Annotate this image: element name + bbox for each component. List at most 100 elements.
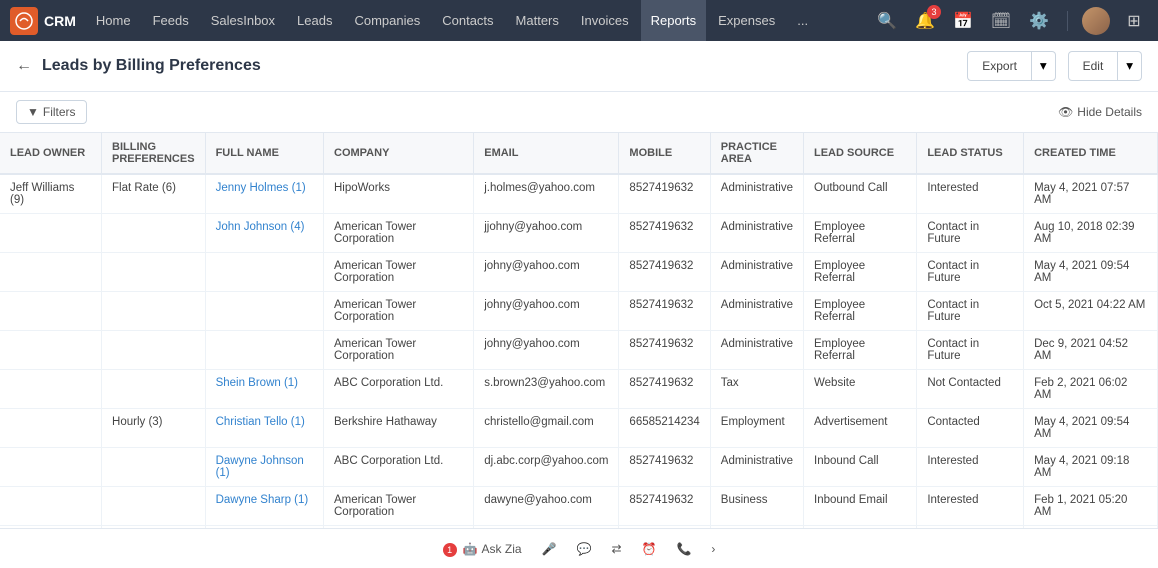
phone-button[interactable]: 📞 [676,542,691,556]
table-cell: Administrative [710,331,803,370]
zia-icon: 🤖 [463,542,478,556]
page-header-left: ← Leads by Billing Preferences [16,57,261,75]
table-cell [0,370,102,409]
table-cell: Outbound Call [804,174,917,214]
clock-icon: ⏰ [642,542,657,556]
table-cell: May 4, 2021 09:18 AM [1024,448,1158,487]
table-scroll-area[interactable]: LEAD OWNER BILLINGPREFERENCES FULL NAME … [0,133,1158,528]
export-dropdown-button[interactable]: ▾ [1032,51,1056,81]
full-name-link[interactable]: Dawyne Sharp (1) [216,494,309,506]
ask-zia-button[interactable]: 🤖 Ask Zia [463,542,522,556]
table-row: American Tower Corporationjohny@yahoo.co… [0,292,1158,331]
full-name-link[interactable]: John Johnson (4) [216,221,305,233]
logo[interactable]: CRM [10,7,76,35]
table-cell [102,331,206,370]
table-cell: ABC Corporation Ltd. [324,448,474,487]
nav-more[interactable]: ... [787,0,818,41]
export-button[interactable]: Export [967,51,1032,81]
table-cell [205,253,323,292]
table-row: American Tower Corporationjohny@yahoo.co… [0,253,1158,292]
table-cell: 8527419632 [619,292,710,331]
microphone-button[interactable]: 🎤 [542,542,557,556]
table-cell: Not Contacted [917,370,1024,409]
table-cell [0,253,102,292]
notification-icon-btn[interactable]: 🔔 3 [911,7,939,35]
search-icon-btn[interactable]: 🔍 [873,7,901,35]
table-cell: Oct 5, 2021 04:22 AM [1024,292,1158,331]
table-cell [102,370,206,409]
table-cell: 66585214234 [619,409,710,448]
edit-dropdown-button[interactable]: ▾ [1118,51,1142,81]
table-cell [205,331,323,370]
table-cell: dawyne@yahoo.com [474,487,619,526]
chevron-right-button[interactable]: › [711,542,715,556]
hide-details-button[interactable]: 👁 Hide Details [1058,105,1142,119]
full-name-link[interactable]: Jenny Holmes (1) [216,182,306,194]
table-cell: May 4, 2021 07:57 AM [1024,174,1158,214]
table-cell: Contact in Future [917,214,1024,253]
table-cell: j.holmes@yahoo.com [474,174,619,214]
table-cell: 8527419632 [619,370,710,409]
chat-button[interactable]: 💬 [577,542,592,556]
table-cell: Aug 10, 2018 02:39 AM [1024,214,1158,253]
full-name-link[interactable]: Christian Tello (1) [216,416,305,428]
avatar[interactable] [1082,7,1110,35]
nav-matters[interactable]: Matters [506,0,569,41]
table-cell: 8527419632 [619,448,710,487]
back-button[interactable]: ← [16,57,32,75]
table-cell: Jeff Williams (9) [0,174,102,214]
nav-companies[interactable]: Companies [344,0,430,41]
table-cell: Employee Referral [804,253,917,292]
table-row: Dawyne Sharp (1)American Tower Corporati… [0,487,1158,526]
settings-icon-btn[interactable]: ⚙️ [1025,7,1053,35]
table-cell: 8527419632 [619,214,710,253]
table-cell: Shein Brown (1) [205,370,323,409]
table-cell: Website [804,370,917,409]
nav-icons: 🔍 🔔 3 📅 🗓 ⚙️ ⊞ [873,7,1148,35]
table-cell [102,448,206,487]
edit-button[interactable]: Edit [1068,51,1119,81]
edit-button-group: Edit ▾ [1068,51,1142,81]
table-container: LEAD OWNER BILLINGPREFERENCES FULL NAME … [0,133,1158,528]
nav-invoices[interactable]: Invoices [571,0,639,41]
table-cell: Employment [710,409,803,448]
nav-expenses[interactable]: Expenses [708,0,785,41]
grid-icon-btn[interactable]: ⊞ [1120,7,1148,35]
table-cell: 8527419632 [619,253,710,292]
full-name-link[interactable]: Shein Brown (1) [216,377,298,389]
table-cell: Administrative [710,214,803,253]
table-cell [102,214,206,253]
nav-leads[interactable]: Leads [287,0,342,41]
table-cell: Administrative [710,448,803,487]
table-cell: Interested [917,487,1024,526]
full-name-link[interactable]: Dawyne Johnson (1) [216,455,304,479]
table-cell [0,448,102,487]
clock-button[interactable]: ⏰ [642,542,657,556]
nav-reports[interactable]: Reports [641,0,707,41]
nav-home[interactable]: Home [86,0,141,41]
filter-icon: ▼ [27,105,39,119]
nav-contacts[interactable]: Contacts [432,0,503,41]
table-cell: johny@yahoo.com [474,331,619,370]
calendar-icon-btn[interactable]: 🗓 [987,7,1015,35]
table-cell: Dawyne Johnson (1) [205,448,323,487]
col-header-billing-preferences: BILLINGPREFERENCES [102,133,206,174]
table-cell: Administrative [710,174,803,214]
table-cell: Dec 9, 2021 04:52 AM [1024,331,1158,370]
table-cell: American Tower Corporation [324,214,474,253]
nav-feeds[interactable]: Feeds [143,0,199,41]
calendar-add-icon-btn[interactable]: 📅 [949,7,977,35]
microphone-icon: 🎤 [542,542,557,556]
table-cell: Christian Tello (1) [205,409,323,448]
table-cell: May 4, 2021 09:54 AM [1024,253,1158,292]
translate-button[interactable]: ⇄ [611,542,621,556]
table-header-row: LEAD OWNER BILLINGPREFERENCES FULL NAME … [0,133,1158,174]
top-navigation: CRM Home Feeds SalesInbox Leads Companie… [0,0,1158,41]
table-cell: Contact in Future [917,253,1024,292]
filters-button[interactable]: ▼ Filters [16,100,87,124]
table-cell: Contact in Future [917,331,1024,370]
table-cell: Administrative [710,292,803,331]
table-cell: American Tower Corporation [324,292,474,331]
table-cell: dj.abc.corp@yahoo.com [474,448,619,487]
nav-salesinbox[interactable]: SalesInbox [201,0,285,41]
